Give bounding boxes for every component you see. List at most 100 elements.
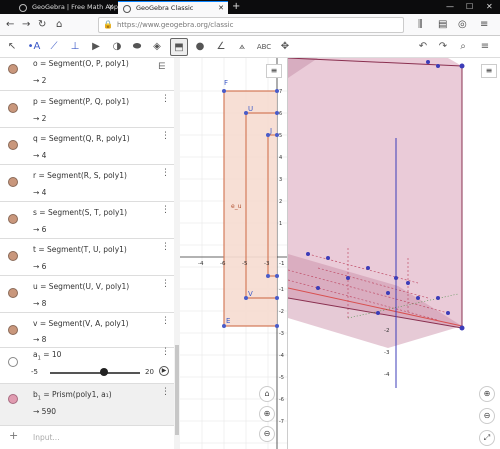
more-options-icon[interactable]: ⋮ — [161, 95, 170, 104]
visibility-toggle-icon[interactable] — [8, 288, 18, 298]
more-options-icon[interactable]: ⋮ — [161, 206, 170, 215]
more-options-icon[interactable]: ⋮ — [161, 388, 170, 397]
forward-arrow-icon[interactable]: → — [22, 18, 30, 32]
more-options-icon[interactable]: ⋮ — [161, 348, 170, 357]
maximize-icon[interactable]: ☐ — [466, 0, 473, 14]
visibility-toggle-icon[interactable] — [8, 177, 18, 187]
visibility-toggle-icon[interactable] — [8, 140, 18, 150]
tab-title: GeoGebra | Free Math Apps - u — [32, 3, 118, 11]
browser-menu-icon[interactable]: ≡ — [480, 18, 488, 32]
undo-icon[interactable]: ↶ — [414, 38, 432, 56]
algebra-row-r[interactable]: r = Segment(R, S, poly1) → 4 ⋮ — [0, 165, 174, 202]
add-icon[interactable]: + — [9, 429, 18, 442]
slider-track[interactable] — [50, 372, 140, 374]
close-tab-icon[interactable]: ✕ — [108, 1, 114, 14]
minimize-icon[interactable]: — — [446, 0, 454, 14]
y-tick: -7 — [279, 419, 284, 425]
home-icon[interactable]: ⌂ — [56, 18, 62, 32]
line-tool-icon[interactable]: ⟋ — [45, 38, 63, 56]
graphics-3d-style-bar-icon[interactable]: ≡ — [481, 64, 497, 78]
algebra-row-slider-a1[interactable]: a1 = 10 ⋮ -5 20 ▶ — [0, 348, 174, 384]
text-tool-icon[interactable]: ABC — [255, 38, 273, 56]
row-value: → 6 — [33, 262, 47, 271]
redo-icon[interactable]: ↷ — [434, 38, 452, 56]
row-value: → 4 — [33, 151, 47, 160]
close-window-icon[interactable]: ✕ — [486, 0, 493, 14]
visibility-toggle-icon[interactable] — [8, 394, 18, 404]
more-options-icon[interactable]: ⋮ — [161, 317, 170, 326]
visibility-toggle-icon[interactable] — [8, 357, 18, 367]
polygon-tool-icon[interactable]: ▶ — [87, 38, 105, 56]
zoom-out-icon[interactable]: ⊖ — [259, 426, 275, 442]
more-options-icon[interactable]: ⋮ — [161, 169, 170, 178]
visibility-toggle-icon[interactable] — [8, 103, 18, 113]
more-options-icon[interactable]: ⋮ — [161, 243, 170, 252]
row-definition: p = Segment(P, Q, poly1) — [33, 97, 130, 106]
algebra-scrollbar-thumb[interactable] — [175, 345, 179, 435]
reload-icon[interactable]: ↻ — [38, 18, 46, 32]
graphics-view-2d[interactable]: F U J V E e_u -4 -6 -5 -3 -1 7 6 5 4 3 2… — [180, 58, 287, 449]
algebra-row-p[interactable]: p = Segment(P, Q, poly1) → 2 ⋮ — [0, 91, 174, 128]
slider-knob[interactable] — [100, 368, 108, 376]
point-label-e: E — [226, 317, 230, 325]
browser-navbar: ← → ↻ ⌂ 🔒 https://www.geogebra.org/class… — [0, 14, 500, 36]
algebra-row-u[interactable]: u = Segment(U, V, poly1) → 8 ⋮ — [0, 276, 174, 313]
visibility-toggle-icon[interactable] — [8, 64, 18, 74]
browser-tab-geogebra-classic[interactable]: GeoGebra Classic ✕ — [118, 1, 228, 14]
point-tool-icon[interactable]: •A — [25, 38, 43, 56]
row-definition: r = Segment(R, S, poly1) — [33, 171, 127, 180]
algebra-row-q[interactable]: q = Segment(Q, R, poly1) → 4 ⋮ — [0, 128, 174, 165]
graphics-view-3d[interactable]: -2 -3 -4 ≡ ⊕ ⊖ ⤢ — [287, 58, 500, 449]
new-tab-button[interactable]: + — [232, 0, 240, 14]
y-tick: -1 — [279, 287, 284, 293]
row-value: → 6 — [33, 225, 47, 234]
rotate-view-tool-icon[interactable]: ✥ — [276, 38, 294, 56]
intersect-surfaces-tool-icon[interactable]: ⬬ — [128, 38, 146, 56]
zoom-in-icon[interactable]: ⊕ — [259, 406, 275, 422]
search-icon[interactable]: ⌕ — [454, 38, 472, 56]
more-options-icon[interactable]: ⋮ — [161, 280, 170, 289]
close-tab-icon[interactable]: ✕ — [218, 2, 224, 14]
x-tick: -5 — [242, 261, 248, 267]
plane-tool-icon[interactable]: ◈ — [148, 38, 166, 56]
algebra-row-prism-b1[interactable]: b1 = Prism(poly1, a₁) → 590 ⋮ — [0, 384, 174, 426]
prism-value: → 590 — [33, 407, 56, 416]
fullscreen-icon[interactable]: ⤢ — [479, 430, 495, 446]
reflect-tool-icon[interactable]: ⟑ — [233, 38, 251, 56]
visibility-toggle-icon[interactable] — [8, 214, 18, 224]
algebra-row-s[interactable]: s = Segment(S, T, poly1) → 6 ⋮ — [0, 202, 174, 239]
algebra-row-v[interactable]: v = Segment(V, A, poly1) → 8 ⋮ — [0, 313, 174, 348]
geogebra-favicon-icon — [123, 5, 131, 13]
angle-tool-icon[interactable]: ∠ — [212, 38, 230, 56]
zoom-out-3d-icon[interactable]: ⊖ — [479, 408, 495, 424]
address-bar[interactable]: 🔒 https://www.geogebra.org/classic — [98, 17, 404, 33]
browser-tab-geogebra-apps[interactable]: GeoGebra | Free Math Apps - u ✕ — [14, 1, 118, 14]
y-tick: 5 — [279, 133, 282, 139]
sidebar-icon[interactable]: ▤ — [438, 18, 447, 32]
extension-icon[interactable]: ◎ — [458, 18, 467, 32]
zoom-in-3d-icon[interactable]: ⊕ — [479, 386, 495, 402]
sphere-tool-icon[interactable]: ● — [191, 38, 209, 56]
algebra-input-row[interactable]: + Input... — [0, 426, 174, 449]
slider-max: 20 — [145, 368, 154, 376]
y-tick: -2 — [279, 309, 284, 315]
more-options-icon[interactable]: ⋮ — [161, 132, 170, 141]
y-tick: -6 — [279, 397, 284, 403]
play-animation-icon[interactable]: ▶ — [159, 366, 169, 376]
algebra-row-t[interactable]: t = Segment(T, U, poly1) → 6 ⋮ — [0, 239, 174, 276]
perpendicular-line-tool-icon[interactable]: ⊥ — [66, 38, 84, 56]
input-field[interactable]: Input... — [33, 433, 60, 442]
move-tool-icon[interactable]: ↖ — [3, 38, 21, 56]
algebra-view: ⋿ o = Segment(O, P, poly1) → 2 p = Segme… — [0, 58, 180, 449]
visibility-toggle-icon[interactable] — [8, 251, 18, 261]
home-view-icon[interactable]: ⌂ — [259, 386, 275, 402]
back-arrow-icon[interactable]: ← — [6, 18, 14, 32]
algebra-row-o[interactable]: o = Segment(O, P, poly1) → 2 — [0, 58, 174, 91]
library-icon[interactable]: ⫼ — [418, 18, 423, 32]
x-tick: -1 — [279, 261, 284, 267]
graphics-style-bar-icon[interactable]: ≡ — [266, 64, 282, 78]
main-menu-icon[interactable]: ≡ — [476, 38, 494, 56]
circle-axis-tool-icon[interactable]: ◑ — [108, 38, 126, 56]
prism-tool-icon[interactable]: ⬒ — [170, 38, 188, 56]
visibility-toggle-icon[interactable] — [8, 325, 18, 335]
